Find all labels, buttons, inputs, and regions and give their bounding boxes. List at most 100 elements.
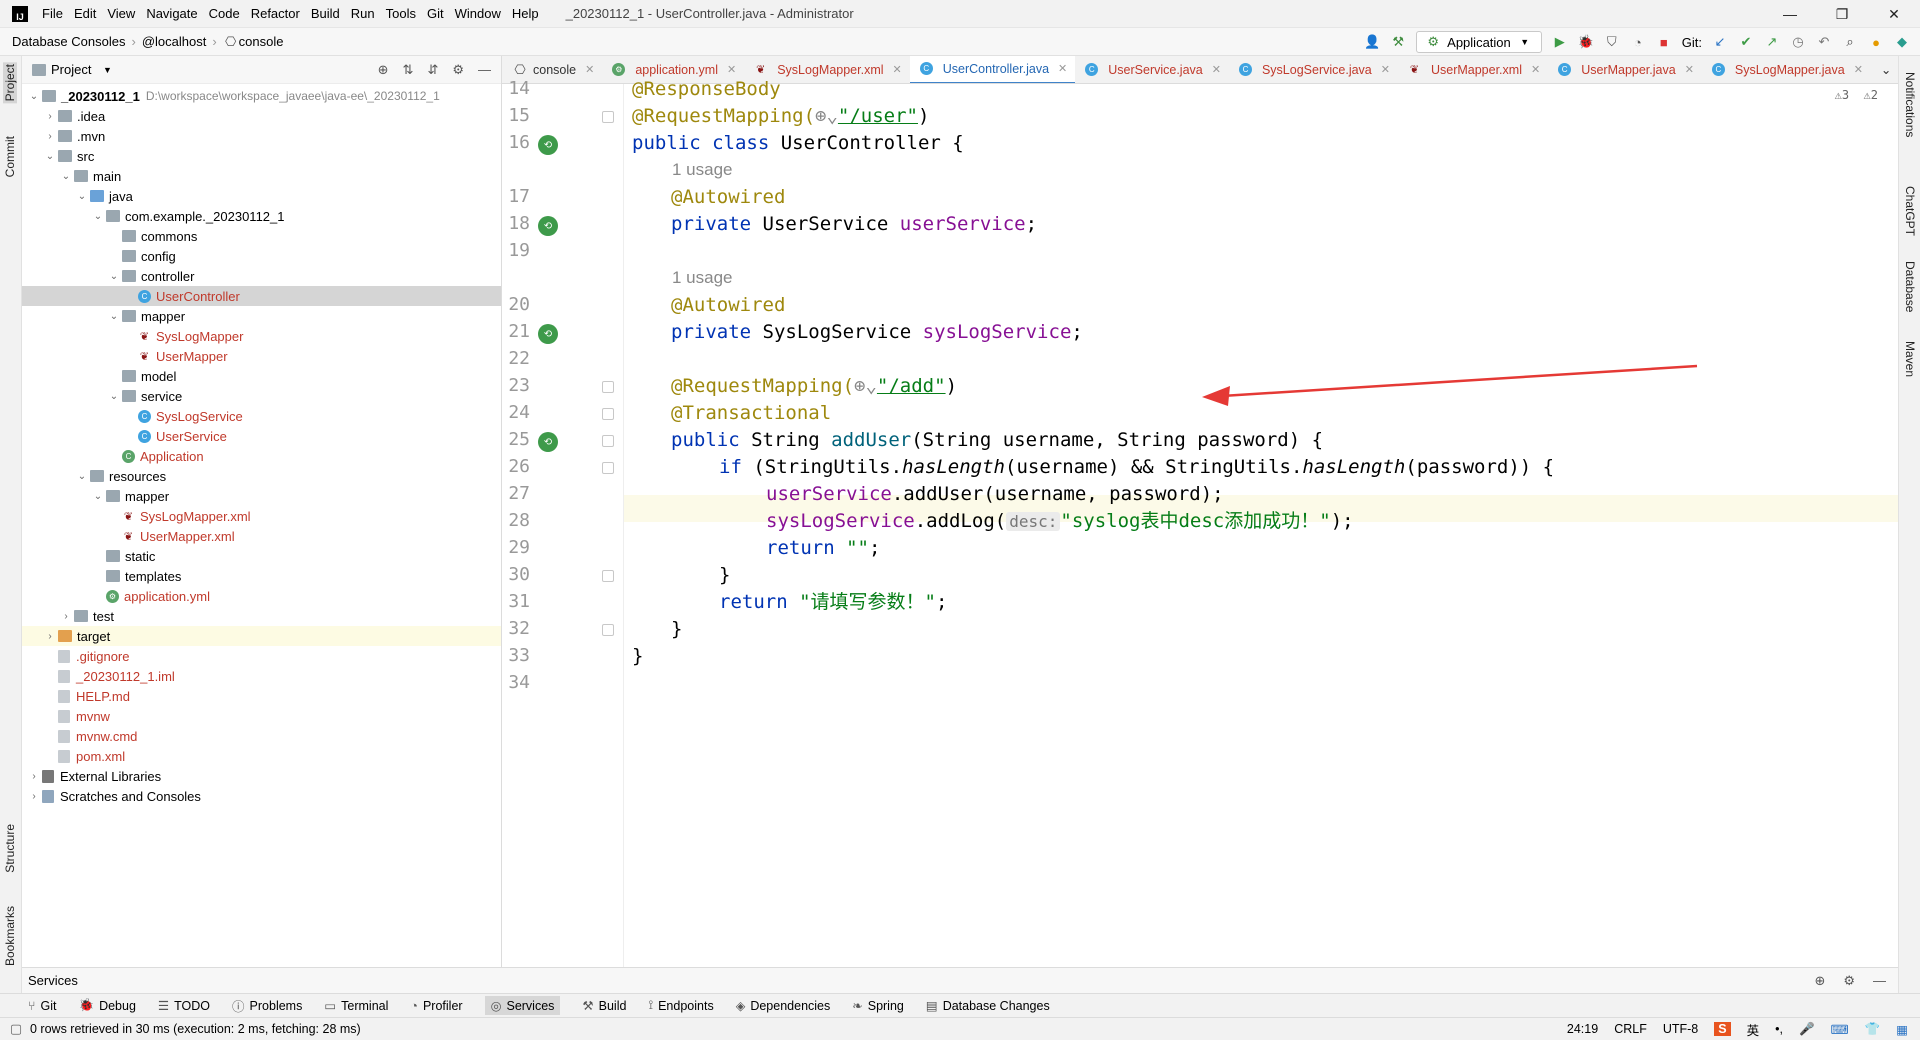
minimize-icon[interactable]: — <box>1764 0 1816 28</box>
close-tab-icon[interactable]: ✕ <box>1212 63 1221 76</box>
tool-window-todo[interactable]: ☰ TODO <box>158 998 210 1014</box>
menu-window[interactable]: Window <box>455 6 501 21</box>
run-configuration-select[interactable]: ⚙ Application ▼ <box>1416 31 1542 53</box>
file-encoding[interactable]: UTF-8 <box>1663 1022 1698 1036</box>
shirt-icon[interactable]: 👕 <box>1865 1022 1881 1037</box>
debug-icon[interactable]: 🐞 <box>1578 34 1594 50</box>
tool-window-services[interactable]: ◎ Services <box>484 996 561 1015</box>
breadcrumb-item[interactable]: console <box>239 34 284 49</box>
tree-item[interactable]: › target <box>22 626 501 646</box>
menu-run[interactable]: Run <box>351 6 375 21</box>
chevron-right-icon[interactable]: › <box>42 131 58 142</box>
ime-logo-icon[interactable]: S <box>1714 1022 1731 1036</box>
bookmarks-tool-button[interactable]: Bookmarks <box>3 906 17 966</box>
fold-marker-icon[interactable] <box>602 408 614 420</box>
chevron-down-icon[interactable]: ⌄ <box>26 91 42 102</box>
tool-window-database-changes[interactable]: ▤ Database Changes <box>926 998 1050 1014</box>
tree-item[interactable]: › .idea <box>22 106 501 126</box>
menu-build[interactable]: Build <box>311 6 340 21</box>
update-icon[interactable]: ● <box>1868 34 1884 50</box>
fold-marker-icon[interactable] <box>602 570 614 582</box>
tree-item[interactable]: › External Libraries <box>22 766 501 786</box>
run-icon[interactable]: ▶ <box>1552 34 1568 50</box>
spring-bean-gutter-icon[interactable]: ⟲ <box>538 432 558 452</box>
expand-all-icon[interactable]: ⇅ <box>403 62 414 78</box>
close-icon[interactable]: ✕ <box>1868 0 1920 28</box>
tree-item[interactable]: ⌄ main <box>22 166 501 186</box>
commit-tool-button[interactable]: Commit <box>3 136 17 177</box>
git-commit-icon[interactable]: ✔ <box>1738 34 1754 50</box>
menu-help[interactable]: Help <box>512 6 539 21</box>
tree-item[interactable]: mvnw.cmd <box>22 726 501 746</box>
menu-tools[interactable]: Tools <box>386 6 416 21</box>
project-tool-button[interactable]: Project <box>3 62 17 104</box>
editor-tab[interactable]: C UserController.java ✕ <box>909 56 1076 83</box>
breadcrumb-item[interactable]: Database Consoles <box>12 34 125 49</box>
close-tab-icon[interactable]: ✕ <box>893 63 902 76</box>
tree-item[interactable]: ⚙ application.yml <box>22 586 501 606</box>
tool-window-spring[interactable]: ❧ Spring <box>852 998 904 1014</box>
tool-window-problems[interactable]: ⓘ Problems <box>232 996 302 1015</box>
rollback-icon[interactable]: ↶ <box>1816 34 1832 50</box>
chevron-down-icon[interactable]: ⌄ <box>90 211 106 222</box>
git-update-icon[interactable]: ↙ <box>1712 34 1728 50</box>
tool-window-debug[interactable]: 🐞 Debug <box>79 998 136 1013</box>
coverage-icon[interactable]: ⛉ <box>1604 34 1620 50</box>
close-tab-icon[interactable]: ✕ <box>1381 63 1390 76</box>
close-tab-icon[interactable]: ✕ <box>1685 63 1694 76</box>
editor-tab[interactable]: C SysLogMapper.java ✕ <box>1702 56 1871 83</box>
tool-window-build[interactable]: ⚒ Build <box>582 998 626 1014</box>
editor-tab[interactable]: C UserMapper.java ✕ <box>1548 56 1702 83</box>
tree-item[interactable]: ⌄ mapper <box>22 486 501 506</box>
stop-icon[interactable]: ■ <box>1656 34 1672 50</box>
tree-item[interactable]: ⌄ service <box>22 386 501 406</box>
maven-tool-button[interactable]: Maven <box>1903 341 1917 377</box>
tree-item[interactable]: config <box>22 246 501 266</box>
close-tab-icon[interactable]: ✕ <box>1058 62 1067 75</box>
history-icon[interactable]: ◷ <box>1790 34 1806 50</box>
chevron-down-icon[interactable]: ▼ <box>99 62 115 78</box>
tree-item[interactable]: C UserController <box>22 286 501 306</box>
chevron-right-icon[interactable]: › <box>58 611 74 622</box>
jetbrains-icon[interactable]: ◆ <box>1894 34 1910 50</box>
usage-hint[interactable]: 1 usage <box>672 157 733 183</box>
chevron-right-icon[interactable]: › <box>42 631 58 642</box>
code-area[interactable]: ⚠3 ⚠2 @ResponseBody @RequestMapping(⊕⌄"/… <box>624 78 1898 967</box>
tree-item[interactable]: ❦ UserMapper <box>22 346 501 366</box>
chevron-down-icon[interactable]: ⌄ <box>74 471 90 482</box>
mic-icon[interactable]: 🎤 <box>1799 1022 1815 1037</box>
editor-tab[interactable]: C SysLogService.java ✕ <box>1229 56 1398 83</box>
maximize-icon[interactable]: ❐ <box>1816 0 1868 28</box>
git-push-icon[interactable]: ↗ <box>1764 34 1780 50</box>
chevron-right-icon[interactable]: › <box>26 771 42 782</box>
tree-item[interactable]: commons <box>22 226 501 246</box>
usage-hint[interactable]: 1 usage <box>672 265 733 291</box>
hide-panel-icon[interactable]: — <box>1873 973 1886 989</box>
tree-item[interactable]: C UserService <box>22 426 501 446</box>
chevron-right-icon[interactable]: › <box>42 111 58 122</box>
close-tab-icon[interactable]: ✕ <box>1531 63 1540 76</box>
project-view-select[interactable]: Project <box>51 62 91 77</box>
tree-item[interactable]: C SysLogService <box>22 406 501 426</box>
notifications-tool-button[interactable]: Notifications <box>1903 72 1917 137</box>
caret-position[interactable]: 24:19 <box>1567 1022 1598 1036</box>
menu-code[interactable]: Code <box>209 6 240 21</box>
fold-marker-icon[interactable] <box>602 111 614 123</box>
gear-icon[interactable]: ⚙ <box>452 62 464 78</box>
breadcrumb-item[interactable]: @localhost <box>142 34 207 49</box>
apps-icon[interactable]: ▦ <box>1896 1022 1908 1037</box>
search-icon[interactable]: ⌕ <box>1842 34 1858 50</box>
chatgpt-tool-button[interactable]: ChatGPT <box>1903 186 1917 236</box>
chevron-down-icon[interactable]: ⌄ <box>106 391 122 402</box>
tree-item[interactable]: ⌄ mapper <box>22 306 501 326</box>
spring-bean-gutter-icon[interactable]: ⟲ <box>538 216 558 236</box>
tree-item[interactable]: › .mvn <box>22 126 501 146</box>
spring-bean-gutter-icon[interactable]: ⟲ <box>538 135 558 155</box>
menu-view[interactable]: View <box>107 6 135 21</box>
select-opened-file-icon[interactable]: ⊕ <box>378 62 389 78</box>
ime-mode-icon[interactable]: 英 <box>1747 1020 1760 1039</box>
tree-item[interactable]: › test <box>22 606 501 626</box>
close-tab-icon[interactable]: ✕ <box>585 63 594 76</box>
tree-item[interactable]: ❦ SysLogMapper.xml <box>22 506 501 526</box>
chevron-right-icon[interactable]: › <box>26 791 42 802</box>
